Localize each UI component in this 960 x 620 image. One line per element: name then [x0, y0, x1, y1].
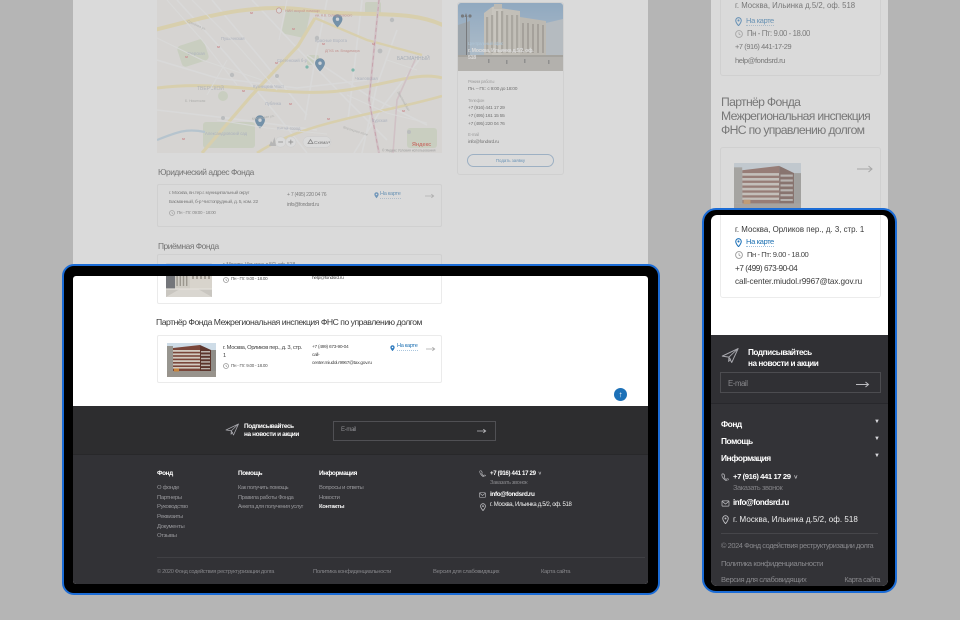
svg-text:© Яндекс Условия использовани: © Яндекс Условия использования	[382, 149, 436, 153]
svg-text:ДГКБ св. Владимира: ДГКБ св. Владимира	[325, 49, 360, 53]
svg-text:Яндекс: Яндекс	[412, 142, 431, 148]
svg-text:м: м	[402, 108, 405, 113]
svg-text:Лубянка: Лубянка	[265, 101, 282, 106]
svg-text:м: м	[217, 44, 220, 49]
svg-text:Схема: Схема	[314, 140, 328, 145]
svg-text:м: м	[372, 41, 375, 46]
svg-text:Чкаловская: Чкаловская	[355, 76, 378, 81]
svg-text:Кузнецкий Мост: Кузнецкий Мост	[253, 84, 284, 89]
svg-text:БАСМАННЫЙ: БАСМАННЫЙ	[397, 54, 430, 62]
svg-text:Александровский сад: Александровский сад	[205, 131, 248, 136]
svg-text:им. Н.В. Склифосовского: им. Н.В. Склифосовского	[315, 14, 353, 18]
svg-text:Б. Никитская: Б. Никитская	[185, 99, 205, 103]
svg-text:м: м	[242, 88, 245, 93]
svg-text:м: м	[327, 116, 330, 121]
svg-text:▼: ▼	[328, 141, 331, 145]
svg-text:НИИ скорой помощи: НИИ скорой помощи	[285, 9, 320, 13]
svg-text:м: м	[182, 136, 185, 141]
svg-text:Курская: Курская	[372, 118, 387, 123]
svg-text:м: м	[250, 10, 253, 15]
svg-text:Сретенский б-р: Сретенский б-р	[277, 58, 308, 63]
svg-text:м: м	[289, 101, 292, 106]
svg-text:Красные Ворота: Красные Ворота	[315, 38, 348, 43]
svg-text:м: м	[292, 26, 295, 31]
